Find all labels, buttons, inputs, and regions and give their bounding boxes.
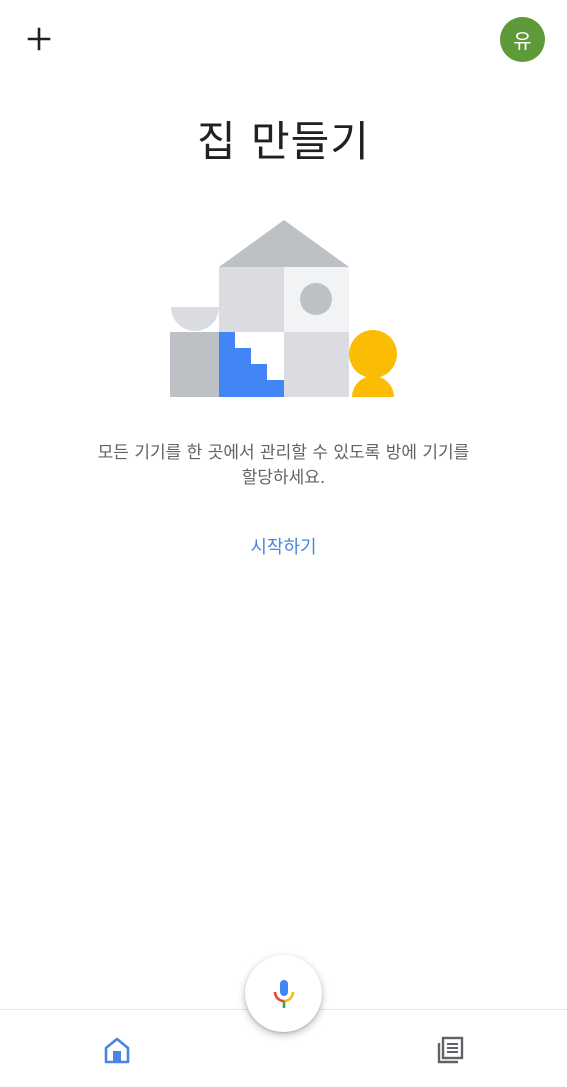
description-line-2: 할당하세요. xyxy=(241,468,326,488)
feed-icon xyxy=(437,1036,464,1064)
microphone-icon xyxy=(273,979,294,1008)
description-line-1: 모든 기기를 한 곳에서 관리할 수 있도록 방에 기기를 xyxy=(97,443,470,463)
home-illustration xyxy=(170,220,397,397)
avatar-initial: 유 xyxy=(513,29,532,53)
avatar[interactable]: 유 xyxy=(500,17,545,62)
nav-feed-tab[interactable] xyxy=(430,1032,470,1068)
get-started-link[interactable]: 시작하기 xyxy=(0,533,567,559)
add-button[interactable] xyxy=(22,22,56,56)
nav-home-tab[interactable] xyxy=(97,1032,137,1068)
page-title: 집 만들기 xyxy=(197,117,370,166)
description: 모든 기기를 한 곳에서 관리할 수 있도록 방에 기기를 할당하세요. xyxy=(60,441,507,491)
home-icon xyxy=(104,1037,130,1064)
plus-icon xyxy=(27,27,51,51)
voice-assistant-button[interactable] xyxy=(245,955,322,1032)
